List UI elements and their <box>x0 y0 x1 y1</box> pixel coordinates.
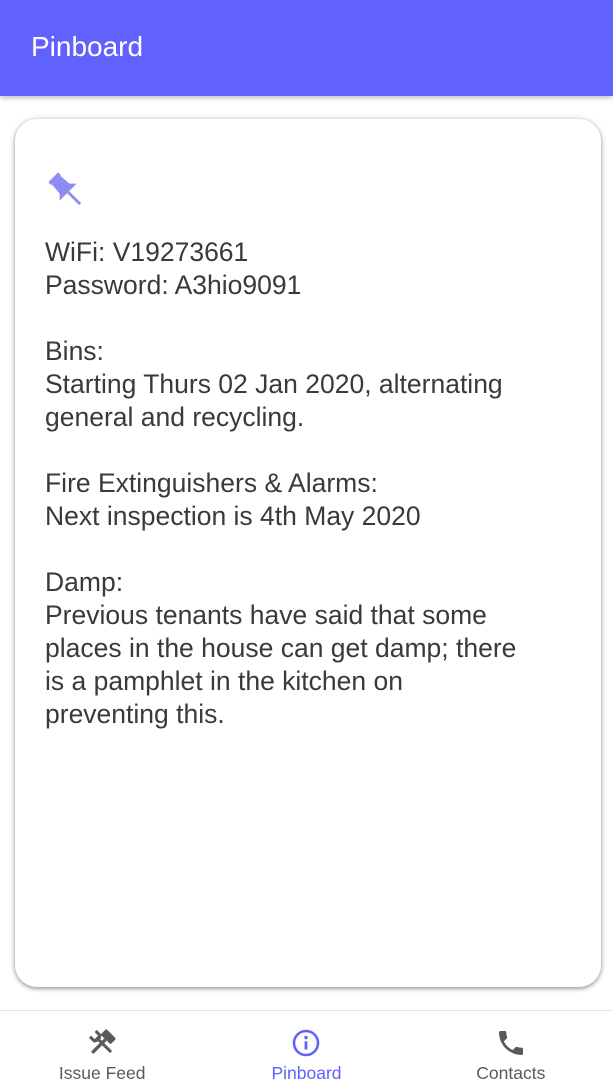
note-line <box>45 533 575 566</box>
note-line: Password: A3hio9091 <box>45 270 302 300</box>
note-line: Starting Thurs 02 Jan 2020, alternating <box>45 369 503 399</box>
app-bar: Pinboard <box>0 0 613 96</box>
note-line: Bins: <box>45 336 104 366</box>
pinboard-card: WiFi: V19273661 Password: A3hio9091 Bins… <box>15 119 601 987</box>
nav-label-pinboard: Pinboard <box>271 1063 342 1083</box>
note-text: WiFi: V19273661 Password: A3hio9091 Bins… <box>45 236 575 731</box>
note-line: places in the house can get damp; there <box>45 633 517 663</box>
note-line: general and recycling. <box>45 402 305 432</box>
info-icon <box>290 1027 322 1059</box>
note-line: is a pamphlet in the kitchen on <box>45 666 403 696</box>
note-line: Damp: <box>45 567 124 597</box>
nav-label-contacts: Contacts <box>476 1063 546 1083</box>
phone-icon <box>495 1027 527 1059</box>
nav-item-pinboard[interactable]: Pinboard <box>204 1011 408 1092</box>
note-line <box>45 302 575 335</box>
note-line <box>45 434 575 467</box>
tools-icon <box>86 1027 118 1059</box>
page-title: Pinboard <box>31 31 144 62</box>
app-root: Pinboard WiFi: V19273661 Password: A3hio… <box>0 0 613 1092</box>
note-line: Next inspection is 4th May 2020 <box>45 501 421 531</box>
note-line: Previous tenants have said that some <box>45 600 487 630</box>
nav-label-issue-feed: Issue Feed <box>58 1063 146 1083</box>
bottom-navigation: Issue Feed Pinboard Contacts <box>0 1010 613 1092</box>
note-line: WiFi: V19273661 <box>45 237 249 267</box>
nav-item-contacts[interactable]: Contacts <box>409 1011 613 1092</box>
note-line: Fire Extinguishers & Alarms: <box>45 468 378 498</box>
nav-item-issue-feed[interactable]: Issue Feed <box>0 1011 204 1092</box>
note-line: preventing this. <box>45 699 225 729</box>
pin-icon <box>42 166 90 214</box>
